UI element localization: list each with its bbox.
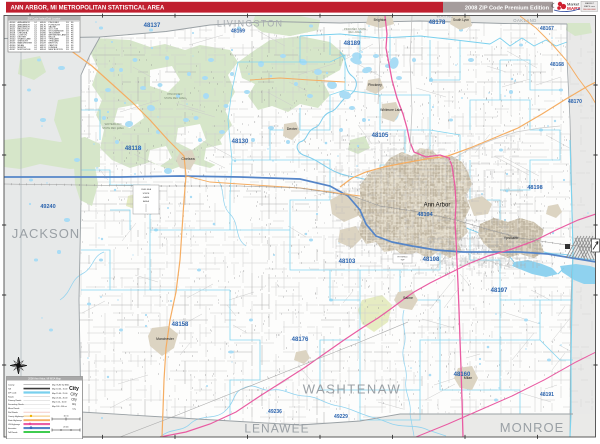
svg-text:South Lyon: South Lyon bbox=[453, 18, 469, 22]
svg-text:Ypsilanti: Ypsilanti bbox=[504, 235, 519, 240]
svg-text:2008 Ann Arbor, MI MSA Map: 2008 Ann Arbor, MI MSA Map bbox=[28, 378, 61, 381]
svg-text:☾: ☾ bbox=[551, 2, 557, 10]
svg-text:48118: 48118 bbox=[125, 146, 142, 152]
svg-text:AREA: AREA bbox=[143, 200, 149, 203]
svg-text:48169: 48169 bbox=[231, 29, 245, 35]
svg-text:OAKLAND: OAKLAND bbox=[513, 18, 537, 23]
svg-text:County: County bbox=[8, 383, 14, 386]
svg-text:49236: 49236 bbox=[268, 409, 282, 415]
svg-text:STATE REC AREA: STATE REC AREA bbox=[164, 96, 186, 100]
svg-text:Chelsea: Chelsea bbox=[181, 157, 194, 161]
svg-text:Interstate: Interstate bbox=[8, 427, 17, 430]
svg-text:City: City bbox=[70, 392, 78, 397]
svg-text:US Highways: US Highways bbox=[8, 424, 20, 426]
svg-text:MONROE: MONROE bbox=[500, 420, 565, 435]
svg-text:NORTHVILLE: NORTHVILLE bbox=[18, 49, 32, 51]
svg-text:48167: 48167 bbox=[10, 49, 17, 51]
svg-text:48164: 48164 bbox=[40, 49, 47, 51]
svg-text:GAME: GAME bbox=[143, 196, 150, 199]
svg-text:County Highways: County Highways bbox=[8, 415, 24, 418]
svg-text:MARKET: MARKET bbox=[585, 2, 595, 5]
svg-text:48105: 48105 bbox=[372, 133, 389, 139]
svg-text:48108: 48108 bbox=[423, 257, 440, 263]
svg-text:48137: 48137 bbox=[144, 23, 161, 29]
svg-text:ZIP Code: ZIP Code bbox=[8, 392, 17, 394]
svg-text:48130: 48130 bbox=[232, 139, 249, 145]
svg-text:48170: 48170 bbox=[568, 99, 582, 105]
svg-text:800-000-0000: 800-000-0000 bbox=[583, 9, 596, 11]
svg-text:48197: 48197 bbox=[491, 288, 508, 294]
svg-text:City: City bbox=[71, 398, 77, 402]
svg-text:Map 10.00 - 15.00: Map 10.00 - 15.00 bbox=[52, 389, 67, 391]
svg-text:Minor Roads: Minor Roads bbox=[8, 408, 19, 410]
svg-text:20 km: 20 km bbox=[63, 427, 69, 429]
svg-text:Map 100 - 500 mi: Map 100 - 500 mi bbox=[52, 406, 67, 408]
svg-text:STATE REC AREA: STATE REC AREA bbox=[102, 126, 124, 130]
svg-text:2008 ZIP Code Premium Edition: 2008 ZIP Code Premium Edition bbox=[465, 5, 550, 11]
svg-text:Milan: Milan bbox=[464, 376, 473, 380]
svg-text:Toll Roads: Toll Roads bbox=[8, 432, 17, 434]
svg-text:48178: 48178 bbox=[429, 20, 446, 26]
svg-text:48158: 48158 bbox=[172, 322, 189, 328]
svg-text:REC AREA: REC AREA bbox=[348, 30, 361, 34]
svg-text:Secondary Roads: Secondary Roads bbox=[8, 404, 24, 406]
svg-text:State Highways: State Highways bbox=[8, 419, 22, 422]
svg-text:Manchester: Manchester bbox=[156, 337, 175, 341]
svg-text:10 mi: 10 mi bbox=[64, 416, 69, 418]
svg-text:Primary Roads: Primary Roads bbox=[8, 400, 21, 402]
svg-text:Map 15.00 - 25.00: Map 15.00 - 25.00 bbox=[52, 393, 67, 395]
svg-text:STATE: STATE bbox=[143, 192, 150, 195]
svg-text:Saline: Saline bbox=[403, 296, 413, 300]
svg-text:Rail Roads: Rail Roads bbox=[8, 412, 18, 414]
svg-text:Map 76-85 SQ Miles: Map 76-85 SQ Miles bbox=[52, 384, 69, 386]
svg-text:City: City bbox=[72, 408, 75, 411]
svg-text:Roads: Roads bbox=[8, 396, 14, 398]
svg-text:PITTSFIELD: PITTSFIELD bbox=[397, 257, 408, 259]
svg-text:48189: 48189 bbox=[344, 41, 361, 47]
svg-text:LIVINGSTON: LIVINGSTON bbox=[217, 19, 283, 29]
svg-text:48103: 48103 bbox=[339, 259, 356, 265]
svg-text:CHELSEA: CHELSEA bbox=[141, 188, 152, 191]
svg-text:PINCKNEY: PINCKNEY bbox=[167, 92, 182, 96]
svg-text:48191: 48191 bbox=[540, 392, 554, 398]
svg-text:48176: 48176 bbox=[292, 337, 309, 343]
svg-text:ANN ARBOR, MI METROPOLITAN STA: ANN ARBOR, MI METROPOLITAN STATISTICAL A… bbox=[11, 6, 165, 12]
svg-text:MAPS.com: MAPS.com bbox=[584, 5, 595, 8]
svg-text:Dexter: Dexter bbox=[287, 127, 298, 131]
svg-text:Map 1.00 - 10.00: Map 1.00 - 10.00 bbox=[52, 402, 66, 404]
svg-text:Ann Arbor: Ann Arbor bbox=[424, 203, 451, 209]
svg-text:49229: 49229 bbox=[334, 414, 348, 420]
svg-text:Brighton: Brighton bbox=[374, 18, 387, 22]
svg-text:NEW BOSTON: NEW BOSTON bbox=[49, 49, 64, 51]
svg-text:LENAWEE: LENAWEE bbox=[244, 422, 309, 436]
svg-text:48104: 48104 bbox=[417, 212, 433, 218]
svg-text:ZIP Code Index/Grid Locator: ZIP Code Index/Grid Locator bbox=[28, 16, 61, 20]
svg-text:WATERLOO: WATERLOO bbox=[105, 122, 123, 126]
svg-text:Map 25.00 - 45.00: Map 25.00 - 45.00 bbox=[52, 397, 67, 399]
svg-text:Pinckney: Pinckney bbox=[368, 83, 382, 87]
svg-text:JACKSON: JACKSON bbox=[12, 226, 80, 241]
svg-text:48167: 48167 bbox=[540, 26, 554, 32]
svg-text:WASHTENAW: WASHTENAW bbox=[303, 382, 401, 397]
svg-text:48168: 48168 bbox=[550, 62, 564, 68]
svg-text:48198: 48198 bbox=[527, 185, 542, 191]
svg-text:49240: 49240 bbox=[40, 204, 55, 210]
svg-text:Whitmore Lake: Whitmore Lake bbox=[380, 108, 402, 112]
